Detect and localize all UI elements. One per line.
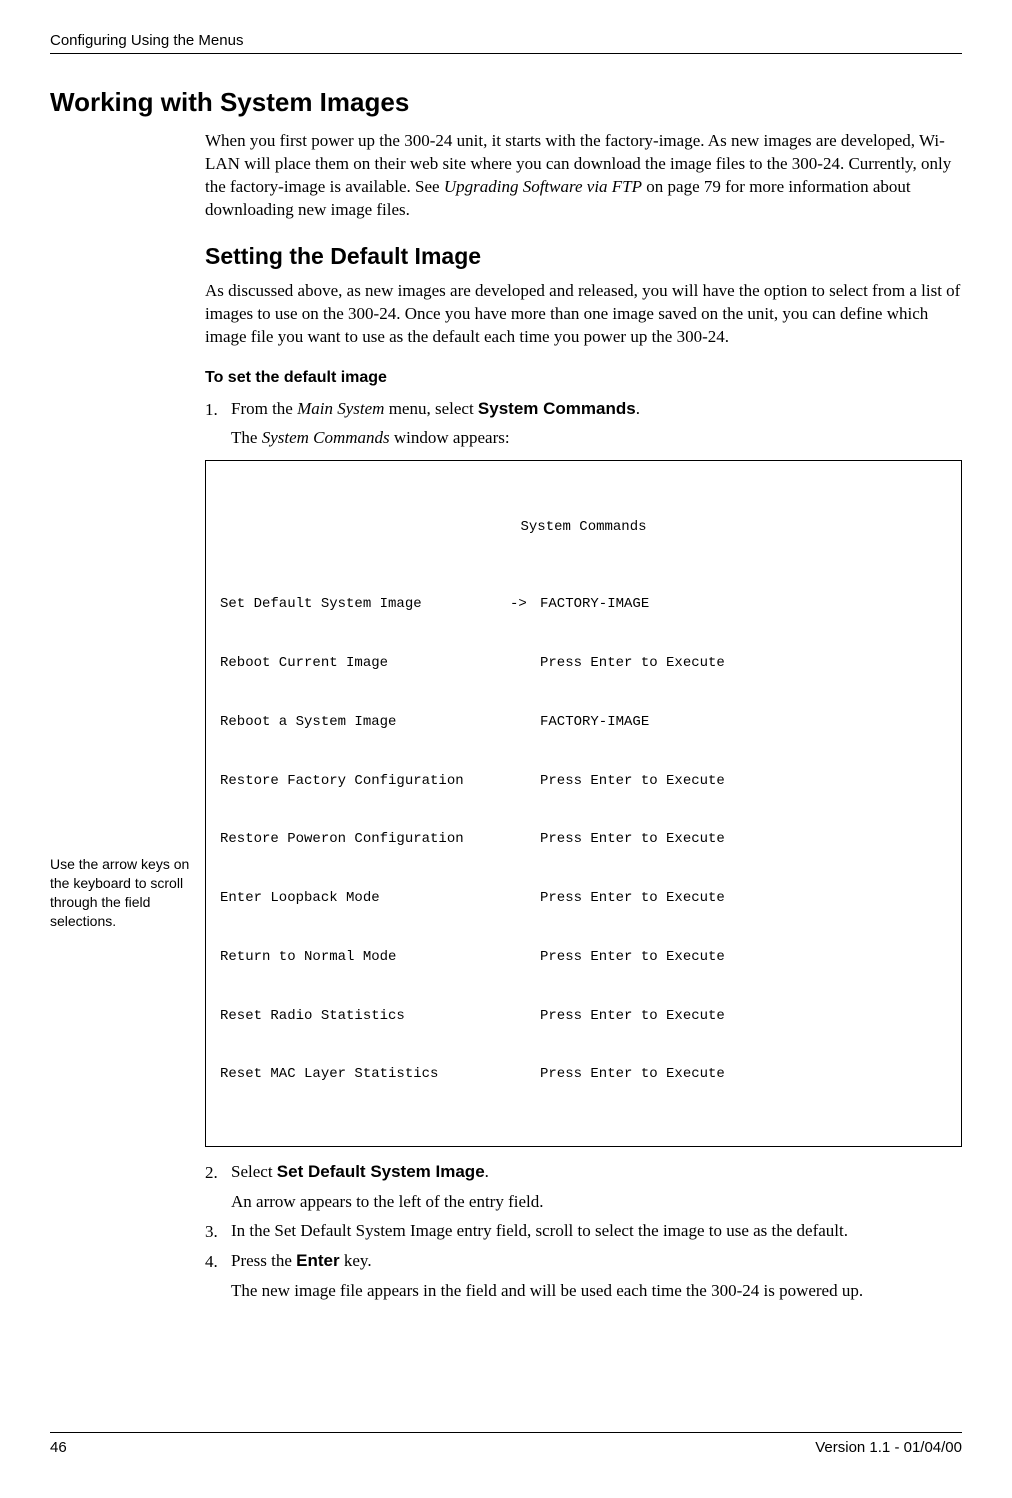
step-4: 4. Press the Enter key. (205, 1250, 962, 1274)
codebox-row-6-left: Return to Normal Mode (220, 948, 510, 968)
footer-page-number: 46 (50, 1437, 67, 1458)
codebox-row-3-arrow (510, 772, 540, 792)
step-4-body: Press the Enter key. (231, 1250, 962, 1274)
codebox-row-3-left: Restore Factory Configuration (220, 772, 510, 792)
codebox-row-5-arrow (510, 889, 540, 909)
step-3: 3. In the Set Default System Image entry… (205, 1220, 962, 1244)
step-1-text-a: From the (231, 399, 297, 418)
codebox-row-1-arrow (510, 654, 540, 674)
step-2-text-a: Select (231, 1162, 277, 1181)
codebox-row-5: Enter Loopback Mode Press Enter to Execu… (220, 889, 947, 909)
codebox-row-8-arrow (510, 1065, 540, 1085)
step-1-number: 1. (205, 398, 231, 422)
header-divider (50, 53, 962, 54)
codebox-row-1: Reboot Current Image Press Enter to Exec… (220, 654, 947, 674)
codebox-row-7-left: Reset Radio Statistics (220, 1007, 510, 1027)
footer-version: Version 1.1 - 01/04/00 (815, 1437, 962, 1458)
step-1-text-c: . (636, 399, 640, 418)
step-1-text-b: menu, select (384, 399, 477, 418)
codebox-row-0-right: FACTORY-IMAGE (540, 595, 947, 615)
codebox-row-0-left: Set Default System Image (220, 595, 510, 615)
codebox-row-2-right: FACTORY-IMAGE (540, 713, 947, 733)
codebox-row-2: Reboot a System Image FACTORY-IMAGE (220, 713, 947, 733)
intro-paragraph: When you first power up the 300-24 unit,… (205, 130, 962, 222)
codebox-row-1-left: Reboot Current Image (220, 654, 510, 674)
step-4-text-a: Press the (231, 1251, 296, 1270)
codebox-row-5-right: Press Enter to Execute (540, 889, 947, 909)
codebox-row-2-left: Reboot a System Image (220, 713, 510, 733)
codebox-row-4-right: Press Enter to Execute (540, 830, 947, 850)
step-1-sub-i: System Commands (262, 428, 390, 447)
codebox-row-4: Restore Poweron Configuration Press Ente… (220, 830, 947, 850)
step-2-select: Set Default System Image (277, 1162, 485, 1181)
codebox-title: System Commands (220, 518, 947, 538)
codebox-row-0: Set Default System Image -> FACTORY-IMAG… (220, 595, 947, 615)
codebox-row-8-right: Press Enter to Execute (540, 1065, 947, 1085)
codebox-row-8-left: Reset MAC Layer Statistics (220, 1065, 510, 1085)
step-1-menu: Main System (297, 399, 384, 418)
codebox-row-6: Return to Normal Mode Press Enter to Exe… (220, 948, 947, 968)
step-4-sub: The new image file appears in the field … (231, 1280, 962, 1303)
step-2: 2. Select Set Default System Image. (205, 1161, 962, 1185)
codebox-row-7-arrow (510, 1007, 540, 1027)
step-1-select: System Commands (478, 399, 636, 418)
codebox-row-6-arrow (510, 948, 540, 968)
step-1: 1. From the Main System menu, select Sys… (205, 398, 962, 422)
codebox-row-6-right: Press Enter to Execute (540, 948, 947, 968)
step-1-sub-b: window appears: (390, 428, 510, 447)
step-2-number: 2. (205, 1161, 231, 1185)
codebox-row-0-arrow: -> (510, 595, 540, 615)
subintro-paragraph: As discussed above, as new images are de… (205, 280, 962, 349)
codebox-row-7: Reset Radio Statistics Press Enter to Ex… (220, 1007, 947, 1027)
step-2-sub: An arrow appears to the left of the entr… (231, 1191, 962, 1214)
codebox-row-7-right: Press Enter to Execute (540, 1007, 947, 1027)
step-3-number: 3. (205, 1220, 231, 1244)
codebox-row-1-right: Press Enter to Execute (540, 654, 947, 674)
codebox-row-4-left: Restore Poweron Configuration (220, 830, 510, 850)
codebox-row-5-left: Enter Loopback Mode (220, 889, 510, 909)
intro-ref: Upgrading Software via FTP (444, 177, 642, 196)
step-4-text-b: key. (340, 1251, 372, 1270)
step-4-number: 4. (205, 1250, 231, 1274)
step-1-sub: The System Commands window appears: (231, 427, 962, 450)
heading-setting-default-image: Setting the Default Image (205, 240, 962, 272)
step-1-sub-a: The (231, 428, 262, 447)
codebox-row-4-arrow (510, 830, 540, 850)
codebox-row-2-arrow (510, 713, 540, 733)
step-2-body: Select Set Default System Image. (231, 1161, 962, 1185)
heading-to-set-default-image: To set the default image (205, 367, 962, 389)
header-section-title: Configuring Using the Menus (50, 30, 962, 51)
step-3-body: In the Set Default System Image entry fi… (231, 1220, 962, 1244)
heading-working-with-system-images: Working with System Images (50, 84, 962, 120)
step-2-text-b: . (485, 1162, 489, 1181)
sidenote-arrow-keys: Use the arrow keys on the keyboard to sc… (50, 855, 198, 931)
codebox-row-8: Reset MAC Layer Statistics Press Enter t… (220, 1065, 947, 1085)
step-1-body: From the Main System menu, select System… (231, 398, 962, 422)
system-commands-window: System Commands Set Default System Image… (205, 460, 962, 1147)
page-footer: 46 Version 1.1 - 01/04/00 (50, 1432, 962, 1458)
codebox-row-3: Restore Factory Configuration Press Ente… (220, 772, 947, 792)
step-4-key: Enter (296, 1251, 339, 1270)
codebox-row-3-right: Press Enter to Execute (540, 772, 947, 792)
